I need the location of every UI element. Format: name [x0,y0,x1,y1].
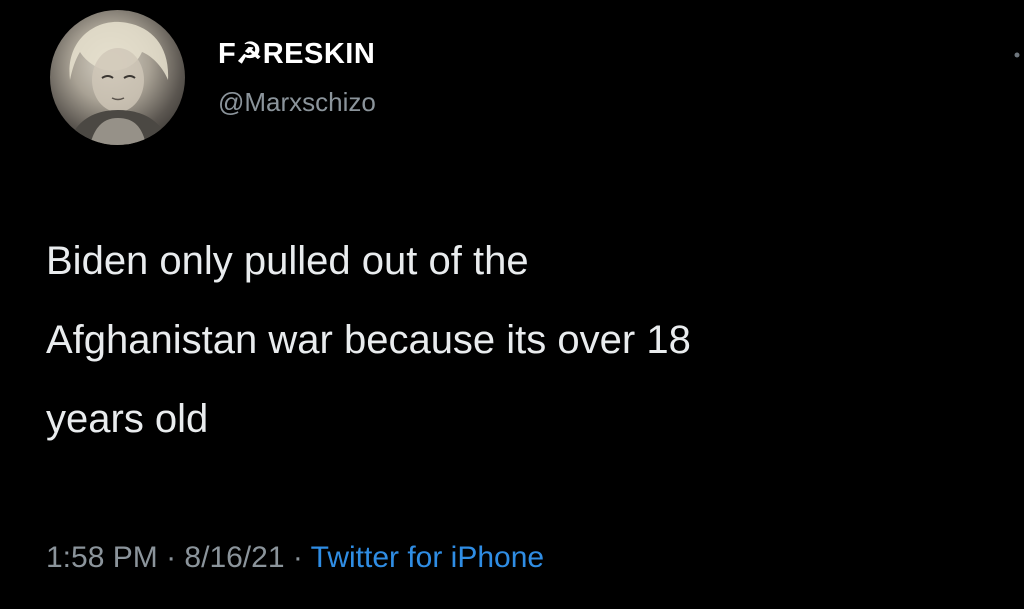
display-name[interactable]: F☭RESKIN [218,37,376,71]
tweet-text-line: Afghanistan war because its over 18 [46,318,691,362]
tweet-text-line: Biden only pulled out of the [46,239,529,283]
tweet-text-line: years old [46,397,209,441]
tweet-source-link[interactable]: Twitter for iPhone [311,541,544,574]
tweet-meta: 1:58 PM · 8/16/21 · Twitter for iPhone [46,536,544,580]
more-options-button[interactable] [1005,44,1024,66]
user-info: F☭RESKIN @Marxschizo [218,37,376,119]
avatar[interactable] [50,10,185,145]
meta-separator: · [166,541,177,574]
avatar-image [68,21,170,145]
tweet-card: F☭RESKIN @Marxschizo Biden only pulled o… [0,0,1024,609]
tweet-date[interactable]: 8/16/21 [184,541,284,574]
more-options-icon [1014,52,1020,58]
tweet-text: Biden only pulled out of the Afghanistan… [46,222,986,459]
tweet-time[interactable]: 1:58 PM [46,541,158,574]
user-handle[interactable]: @Marxschizo [218,85,376,119]
tweet-header: F☭RESKIN @Marxschizo [50,10,1020,150]
meta-separator: · [292,541,303,574]
